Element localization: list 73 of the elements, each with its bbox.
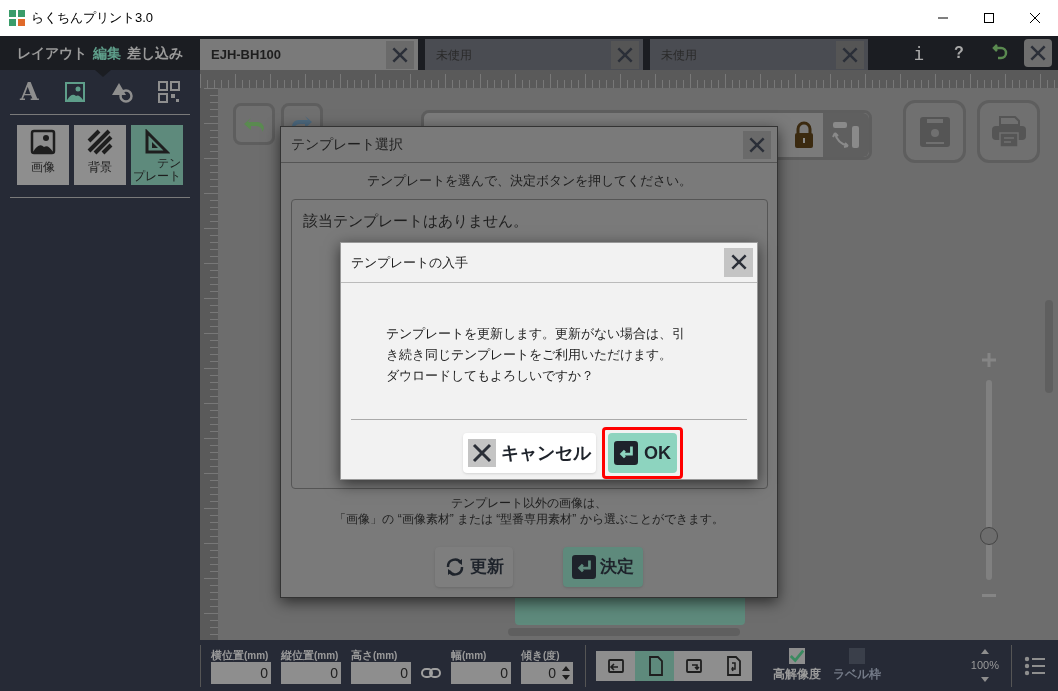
- picture-tool-icon[interactable]: [63, 81, 86, 103]
- number-field[interactable]: 0: [211, 661, 271, 684]
- checkbox-label: ラベル枠: [833, 666, 881, 683]
- stripes-icon: [87, 129, 113, 155]
- number-field[interactable]: 0: [281, 661, 341, 684]
- mode-tab[interactable]: 差し込み: [127, 42, 183, 64]
- dialog-title: テンプレート選択: [291, 135, 403, 154]
- rotate-button[interactable]: [823, 113, 869, 157]
- mode-tab[interactable]: レイアウト: [17, 42, 87, 64]
- ok-button[interactable]: OK: [608, 433, 677, 473]
- close-icon: [1029, 12, 1041, 24]
- zoom-level: 100%: [970, 658, 999, 674]
- refresh-icon: [444, 555, 466, 578]
- empty-message: 該当テンプレートはありません。: [302, 211, 528, 229]
- plus-icon: [982, 353, 996, 367]
- text-tool-button[interactable]: A: [20, 74, 39, 110]
- tool-button[interactable]: 背景: [74, 125, 126, 185]
- print-button[interactable]: [977, 100, 1040, 163]
- shapes-tool-icon[interactable]: [110, 81, 133, 103]
- instruction-text: テンプレートを選んで、決定ボタンを押してください。: [366, 172, 692, 190]
- undo-button[interactable]: [233, 103, 275, 145]
- spinner-arrows-icon: [562, 664, 570, 681]
- message-text: テンプレートを更新します。更新がない場合は、引き続き同じテンプレートをご利用いただけます。: [386, 324, 686, 364]
- tool-button[interactable]: 画像: [17, 125, 69, 185]
- field-label: 横位置(mm): [211, 647, 270, 662]
- help-button[interactable]: ?: [944, 41, 974, 65]
- checkmark-icon: [789, 648, 805, 664]
- close-icon: [468, 439, 496, 467]
- field-label: 高さ(mm): [351, 647, 399, 662]
- field-label: 幅(mm): [451, 647, 488, 662]
- confirm-button[interactable]: 決定: [563, 546, 643, 587]
- zoom-in-button[interactable]: [982, 353, 996, 367]
- orientation-button[interactable]: [635, 650, 674, 681]
- link-icon: [421, 666, 441, 679]
- number-field[interactable]: 0: [451, 661, 511, 684]
- note-text: テンプレート以外の画像は、: [451, 494, 607, 511]
- qr-code-icon[interactable]: [158, 81, 180, 103]
- slider-thumb[interactable]: [980, 527, 998, 545]
- picture-icon: [30, 129, 56, 155]
- enter-icon: [572, 554, 596, 579]
- field-label: 縦位置(mm): [281, 647, 340, 662]
- window-title: らくちんプリント3.0: [31, 9, 154, 28]
- refresh-button[interactable]: 更新: [435, 546, 513, 587]
- return-arrow-icon: [990, 44, 1008, 62]
- cancel-button[interactable]: キャンセル: [463, 433, 596, 473]
- mode-tab[interactable]: 編集: [93, 42, 121, 64]
- lock-icon: [793, 121, 815, 149]
- checkbox-label: 高解像度: [773, 666, 821, 683]
- tab-label: EJH-BH100: [211, 45, 282, 64]
- field-label: 傾き(度): [521, 647, 561, 662]
- dialog-title: テンプレートの入手: [351, 253, 468, 272]
- close-button[interactable]: [724, 247, 753, 277]
- rotate-icon: [830, 119, 862, 151]
- list-icon: [1024, 655, 1046, 676]
- document-tab[interactable]: EJH-BH100: [200, 39, 418, 70]
- zoom-down-arrow-icon: [980, 676, 989, 682]
- checkbox[interactable]: [789, 648, 805, 664]
- orientation-button[interactable]: [596, 650, 635, 681]
- number-field[interactable]: 0: [351, 661, 411, 684]
- angle-field[interactable]: 0: [521, 661, 559, 684]
- note-text: 「画像」の “画像素材” または “型番専用素材” から選ぶことができます。: [334, 510, 724, 527]
- zoom-up-arrow-icon: [980, 649, 989, 655]
- orientation-button[interactable]: [674, 650, 713, 681]
- close-icon: [1028, 43, 1048, 63]
- printer-icon: [990, 114, 1027, 149]
- save-button[interactable]: [903, 100, 966, 163]
- message-text: ダウロードしてもよろしいですか？: [386, 366, 595, 385]
- orientation-button[interactable]: [713, 650, 752, 681]
- tool-button[interactable]: テンプレート: [131, 125, 183, 185]
- maximize-icon: [983, 12, 995, 24]
- app-logo-icon: [9, 10, 25, 26]
- enter-icon: [614, 441, 638, 465]
- info-button[interactable]: i: [904, 39, 934, 67]
